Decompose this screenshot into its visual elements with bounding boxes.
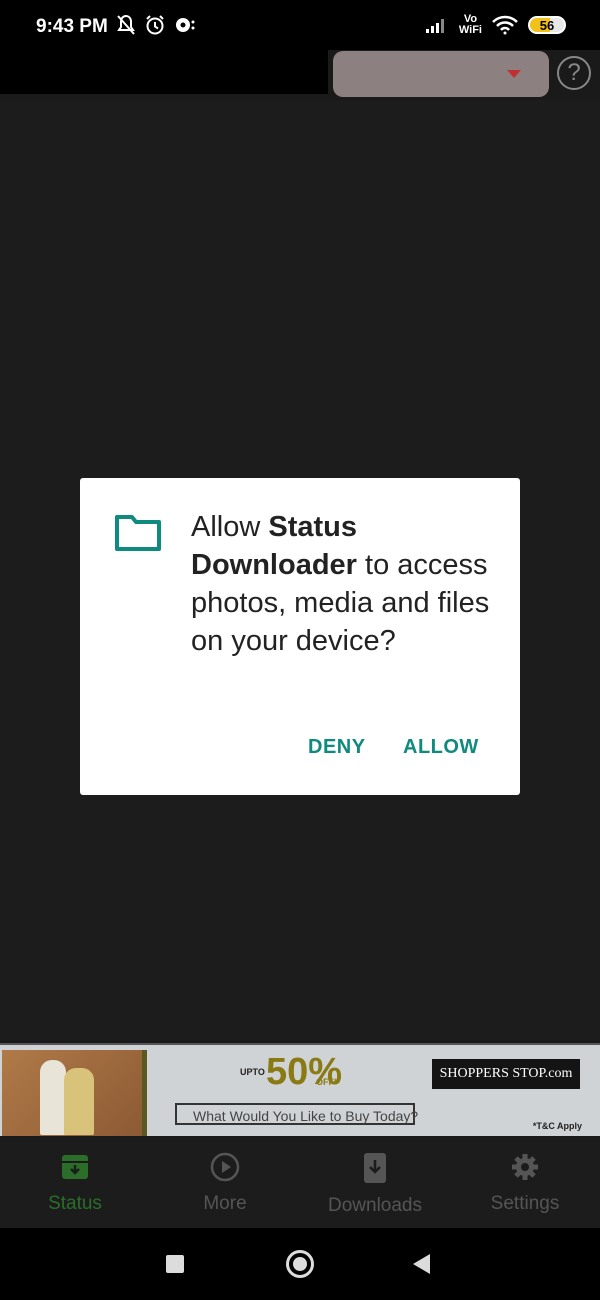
ad-terms: *T&C Apply [532,1121,582,1131]
alarm-icon [146,15,164,35]
play-circle-icon [210,1152,240,1182]
ad-upto-text: UPTO [240,1067,265,1077]
battery-level: 56 [539,17,555,33]
ad-model-figure [40,1060,66,1135]
ad-image [2,1050,142,1136]
archive-download-icon [62,1155,88,1179]
nav-downloads[interactable]: Downloads [300,1152,450,1217]
ad-off-text: OFF* [316,1077,338,1087]
status-notification-icons [116,14,196,36]
wifi-icon [492,15,518,35]
app-top-bar: ? [0,50,600,100]
dropdown-arrow-icon [507,70,521,78]
account-dropdown[interactable] [333,51,549,97]
ad-discount: 50% [266,1051,343,1093]
nav-more-label: More [203,1193,247,1214]
home-button[interactable] [286,1250,314,1278]
status-time: 9:43 PM [36,16,108,37]
nav-settings[interactable]: Settings [450,1152,600,1215]
allow-button[interactable]: ALLOW [403,736,479,759]
status-system-icons: Vo WiFi 56 [425,14,566,36]
vowifi-icon: Vo WiFi [458,13,482,36]
recents-button[interactable] [166,1255,184,1273]
dialog-message: Allow Status Downloader to access photos… [191,508,491,660]
ad-search-box: What Would You Like to Buy Today? [175,1103,418,1125]
phone-download-icon [364,1153,386,1183]
ad-banner[interactable]: UPTO 50% OFF* SHOPPERS STOP.com What Wou… [0,1043,600,1136]
dialog-message-prefix: Allow [191,511,269,543]
help-button[interactable]: ? [557,56,591,90]
signal-icon [425,19,444,33]
nav-more[interactable]: More [150,1152,300,1215]
back-button[interactable] [413,1254,430,1274]
ad-brand-logo: SHOPPERS STOP.com [432,1059,580,1089]
nav-downloads-label: Downloads [328,1195,422,1216]
top-bar-blank [0,50,328,94]
nav-status-label: Status [48,1193,102,1214]
ad-model-figure [64,1068,94,1135]
deny-button[interactable]: DENY [308,736,366,759]
nav-settings-label: Settings [490,1193,560,1214]
bottom-navigation: Status More Downloads Settings [0,1138,600,1228]
ad-divider [142,1050,147,1136]
chat-notification-icon [176,18,195,32]
battery-icon: 56 [528,16,566,34]
system-navigation-bar [0,1228,600,1300]
permission-dialog: Allow Status Downloader to access photos… [80,478,520,795]
bell-off-icon [117,14,135,35]
gear-icon [512,1154,538,1180]
folder-icon [115,515,161,551]
status-bar: 9:43 PM Vo WiFi 56 [0,0,600,50]
nav-status[interactable]: Status [0,1152,150,1215]
